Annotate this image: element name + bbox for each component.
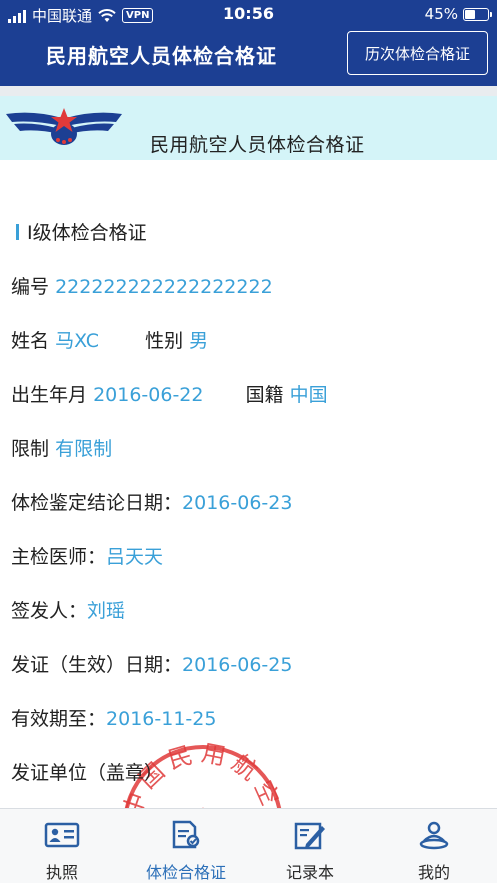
valid-until-label: 有效期至： bbox=[11, 708, 107, 730]
doctor-row: 主检医师：吕天天 bbox=[11, 542, 163, 569]
certificate-details: Ⅰ级体检合格证 编号 222222222222222222 姓名 马XC 性别 … bbox=[0, 160, 497, 808]
battery-icon bbox=[463, 7, 492, 21]
gender-value: 男 bbox=[189, 330, 209, 352]
issuing-unit-label: 发证单位（盖章） bbox=[11, 762, 164, 784]
tab-logbook-label: 记录本 bbox=[285, 863, 334, 882]
number-value: 222222222222222222 bbox=[55, 276, 273, 298]
exam-date-label: 体检鉴定结论日期： bbox=[11, 492, 183, 514]
tab-license[interactable]: 执照 bbox=[0, 809, 124, 883]
caac-emblem-icon bbox=[6, 108, 122, 145]
status-bar: 中国联通 VPN 10:56 45% bbox=[0, 0, 497, 28]
tab-mine-label: 我的 bbox=[417, 863, 450, 882]
tab-mine[interactable]: 我的 bbox=[372, 809, 496, 883]
exam-date-row: 体检鉴定结论日期：2016-06-23 bbox=[11, 488, 292, 515]
medical-certificate-icon bbox=[172, 820, 200, 849]
tab-medical-certificate[interactable]: 体检合格证 bbox=[124, 809, 248, 883]
issuer-value: 刘瑶 bbox=[87, 600, 126, 622]
battery-percent: 45% bbox=[424, 5, 458, 23]
nationality-value: 中国 bbox=[289, 384, 328, 406]
restriction-label: 限制 bbox=[11, 438, 50, 460]
tab-medical-certificate-label: 体检合格证 bbox=[145, 863, 226, 882]
tab-license-label: 执照 bbox=[45, 863, 78, 882]
banner-title: 民用航空人员体检合格证 bbox=[150, 134, 365, 156]
number-row: 编号 222222222222222222 bbox=[11, 272, 273, 299]
number-label: 编号 bbox=[11, 276, 50, 298]
issuer-label: 签发人： bbox=[11, 600, 88, 622]
issuer-row: 签发人：刘瑶 bbox=[11, 596, 125, 623]
doctor-label: 主检医师： bbox=[11, 546, 107, 568]
heading-accent-bar bbox=[16, 223, 19, 240]
status-time: 10:56 bbox=[223, 4, 274, 23]
issue-date-value: 2016-06-25 bbox=[182, 654, 293, 676]
tab-logbook[interactable]: 记录本 bbox=[248, 809, 372, 883]
issue-date-row: 发证（生效）日期：2016-06-25 bbox=[11, 650, 292, 677]
birth-label: 出生年月 bbox=[11, 384, 88, 406]
user-icon bbox=[419, 821, 449, 850]
birth-value: 2016-06-22 bbox=[93, 384, 204, 406]
name-label: 姓名 bbox=[11, 330, 50, 352]
name-gender-row: 姓名 马XC 性别 男 bbox=[11, 326, 208, 353]
nationality-label: 国籍 bbox=[245, 384, 284, 406]
issue-date-label: 发证（生效）日期： bbox=[11, 654, 183, 676]
history-certificates-button[interactable]: 历次体检合格证 bbox=[347, 31, 488, 75]
page-title: 民用航空人员体检合格证 bbox=[46, 44, 277, 68]
name-value: 马XC bbox=[55, 330, 99, 352]
gender-label: 性别 bbox=[145, 330, 184, 352]
issuing-unit-row: 发证单位（盖章） bbox=[11, 758, 163, 785]
bottom-tab-bar: 执照 体检合格证 记录本 我的 bbox=[0, 808, 497, 883]
app-header: 中国联通 VPN 10:56 45% 民用航空人员体检合格证 历次体检合格证 bbox=[0, 0, 497, 86]
restriction-value: 有限制 bbox=[55, 438, 113, 460]
birth-nationality-row: 出生年月 2016-06-22 国籍 中国 bbox=[11, 380, 328, 407]
doctor-value: 吕天天 bbox=[106, 546, 164, 568]
logbook-icon bbox=[294, 822, 325, 850]
restriction-row: 限制 有限制 bbox=[11, 434, 112, 461]
exam-date-value: 2016-06-23 bbox=[182, 492, 293, 514]
certificate-class-title: Ⅰ级体检合格证 bbox=[27, 222, 147, 244]
header-separator bbox=[0, 86, 497, 96]
id-card-icon bbox=[44, 822, 80, 848]
certificate-banner: 民用航空人员体检合格证 bbox=[0, 96, 497, 160]
certificate-class-heading: Ⅰ级体检合格证 bbox=[16, 218, 147, 245]
